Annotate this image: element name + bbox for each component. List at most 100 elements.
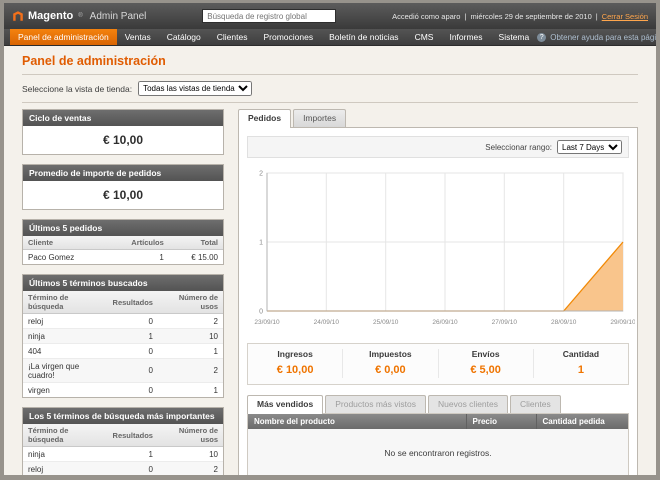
dashboard-right-column: Pedidos Importes Seleccionar rango: Last…	[238, 109, 638, 475]
table-row: ¡La virgen que cuadro! 0 2	[23, 359, 223, 383]
nav-item-informes[interactable]: Informes	[441, 29, 490, 45]
total-value: € 10,00	[277, 364, 314, 376]
table-row: 404 0 1	[23, 344, 223, 359]
uses-cell: 2	[158, 314, 223, 329]
column-header: Término de búsqueda	[23, 291, 108, 314]
tab-clientes[interactable]: Clientes	[510, 395, 561, 413]
uses-cell: 2	[158, 462, 223, 476]
magento-admin-page: Magento® Admin Panel Accedió como aparo …	[4, 3, 656, 475]
total-cell: € 15.00	[169, 250, 223, 265]
results-cell: 0	[108, 462, 158, 476]
total-label: Impuestos	[343, 349, 437, 359]
uses-cell: 10	[158, 329, 223, 344]
term-cell: ninja	[23, 329, 108, 344]
empty-grid-message: No se encontraron registros.	[248, 429, 628, 475]
lifetime-sales-value: € 10,00	[23, 126, 223, 154]
svg-text:2: 2	[259, 171, 263, 178]
magento-logo: Magento ® Admin Panel	[12, 10, 146, 22]
registered-mark: ®	[78, 13, 82, 19]
help-link[interactable]: ? Obtener ayuda para esta página	[537, 29, 656, 45]
nav-item-clientes[interactable]: Clientes	[209, 29, 256, 45]
card-title: Los 5 términos de búsqueda más important…	[23, 408, 223, 424]
items-cell: 1	[106, 250, 169, 265]
card-title: Ciclo de ventas	[23, 110, 223, 126]
lifetime-sales-card: Ciclo de ventas € 10,00	[22, 109, 224, 155]
column-header: Resultados	[108, 424, 158, 447]
column-header: Resultados	[108, 291, 158, 314]
card-title: Promedio de importe de pedidos	[23, 165, 223, 181]
svg-text:26/09/10: 26/09/10	[432, 319, 458, 326]
chart-tabs: Pedidos Importes	[238, 109, 638, 127]
uses-cell: 2	[158, 359, 223, 383]
logout-link[interactable]: Cerrar Sesión	[602, 12, 648, 21]
results-cell: 0	[108, 359, 158, 383]
main-nav: Panel de administración Ventas Catálogo …	[4, 29, 656, 46]
store-view-label: Seleccione la vista de tienda:	[22, 84, 132, 94]
nav-item-ventas[interactable]: Ventas	[117, 29, 159, 45]
range-select[interactable]: Last 7 Days	[557, 140, 622, 154]
svg-text:29/09/10: 29/09/10	[610, 319, 635, 326]
last-orders-table: Cliente Artículos Total Paco Gomez 1 € 1…	[23, 236, 223, 264]
tab-productos-mas-vistos[interactable]: Productos más vistos	[325, 395, 426, 413]
range-bar: Seleccionar rango: Last 7 Days	[247, 136, 629, 158]
logged-in-as: Accedió como aparo	[392, 12, 460, 21]
results-cell: 0	[108, 383, 158, 398]
uses-cell: 1	[158, 383, 223, 398]
table-row: virgen 0 1	[23, 383, 223, 398]
column-header: Total	[169, 236, 223, 250]
separator: |	[464, 12, 466, 21]
help-label: Obtener ayuda para esta página	[550, 33, 656, 42]
column-header: Artículos	[106, 236, 169, 250]
results-cell: 0	[108, 314, 158, 329]
svg-text:25/09/10: 25/09/10	[373, 319, 399, 326]
help-icon: ?	[537, 33, 546, 42]
column-header: Cantidad pedida	[536, 414, 628, 429]
range-label: Seleccionar rango:	[485, 143, 552, 152]
tab-importes[interactable]: Importes	[293, 109, 346, 127]
svg-text:1: 1	[259, 240, 263, 247]
bestsellers-table: Nombre del producto Precio Cantidad pedi…	[248, 414, 628, 429]
svg-text:27/09/10: 27/09/10	[492, 319, 518, 326]
results-cell: 1	[108, 329, 158, 344]
last-orders-card: Últimos 5 pedidos Cliente Artículos Tota…	[22, 219, 224, 265]
nav-item-catalogo[interactable]: Catálogo	[159, 29, 209, 45]
total-value: 1	[578, 364, 584, 376]
column-header: Término de búsqueda	[23, 424, 108, 447]
dashboard-left-column: Ciclo de ventas € 10,00 Promedio de impo…	[22, 109, 224, 475]
nav-item-boletin[interactable]: Boletín de noticias	[321, 29, 406, 45]
nav-item-promociones[interactable]: Promociones	[255, 29, 321, 45]
term-cell: 404	[23, 344, 108, 359]
column-header: Precio	[466, 414, 536, 429]
tab-pedidos[interactable]: Pedidos	[238, 109, 291, 128]
total-ingresos: Ingresos € 10,00	[248, 349, 342, 378]
dashboard-columns: Ciclo de ventas € 10,00 Promedio de impo…	[22, 109, 638, 475]
store-view-select[interactable]: Todas las vistas de tienda	[138, 81, 252, 96]
tab-nuevos-clientes[interactable]: Nuevos clientes	[428, 395, 508, 413]
total-label: Envíos	[439, 349, 533, 359]
grid-tabs: Más vendidos Productos más vistos Nuevos…	[247, 395, 629, 413]
nav-item-cms[interactable]: CMS	[407, 29, 442, 45]
column-header: Número de usos	[158, 424, 223, 447]
nav-item-sistema[interactable]: Sistema	[491, 29, 538, 45]
table-header-row: Término de búsqueda Resultados Número de…	[23, 291, 223, 314]
column-header: Nombre del producto	[248, 414, 466, 429]
global-search-input[interactable]	[202, 9, 336, 23]
term-cell: ¡La virgen que cuadro!	[23, 359, 108, 383]
table-row: Paco Gomez 1 € 15.00	[23, 250, 223, 265]
tab-mas-vendidos[interactable]: Más vendidos	[247, 395, 323, 414]
page-title: Panel de administración	[22, 54, 638, 68]
logo-text-light: Admin Panel	[90, 11, 147, 22]
total-envios: Envíos € 5,00	[438, 349, 533, 378]
total-impuestos: Impuestos € 0,00	[342, 349, 437, 378]
table-header-row: Cliente Artículos Total	[23, 236, 223, 250]
store-view-switcher: Seleccione la vista de tienda: Todas las…	[22, 81, 638, 96]
average-orders-value: € 10,00	[23, 181, 223, 209]
nav-item-panel[interactable]: Panel de administración	[10, 29, 117, 45]
average-orders-card: Promedio de importe de pedidos € 10,00	[22, 164, 224, 210]
term-cell: reloj	[23, 462, 108, 476]
header-search-area	[146, 9, 392, 23]
last-search-terms-card: Últimos 5 términos buscados Término de b…	[22, 274, 224, 398]
logo-text-bold: Magento	[28, 10, 73, 22]
totals-bar: Ingresos € 10,00 Impuestos € 0,00 Envíos…	[247, 343, 629, 385]
term-cell: reloj	[23, 314, 108, 329]
